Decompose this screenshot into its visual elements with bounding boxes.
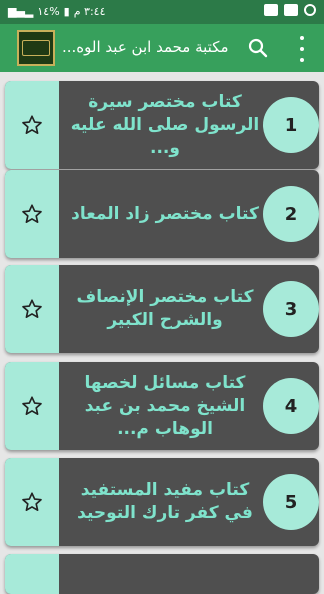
sync-icon xyxy=(304,4,316,16)
search-button[interactable] xyxy=(246,36,270,60)
book-card-4[interactable]: كتاب مسائل لخصها الشيخ محمد بن عبد الوها… xyxy=(5,362,319,450)
book-title: كتاب مختصر زاد المعاد xyxy=(71,203,259,224)
book-title: كتاب مسائل لخصها الشيخ محمد بن عبد الوها… xyxy=(84,372,246,439)
favorite-button[interactable] xyxy=(5,458,59,546)
status-left: ٣:٤٤ م ▮ %١٤ ▂▄▆ xyxy=(8,5,105,18)
star-outline-icon xyxy=(22,492,42,511)
book-title: كتاب مختصر سيرة الرسول صلى الله عليه و..… xyxy=(70,91,260,158)
favorite-button[interactable] xyxy=(5,362,59,450)
book-title: كتاب مفيد المستفيد في كفر تارك التوحيد xyxy=(77,480,253,523)
star-outline-icon xyxy=(22,115,42,134)
search-icon xyxy=(248,38,268,58)
app-logo xyxy=(17,30,55,66)
book-card-5[interactable]: كتاب مفيد المستفيد في كفر تارك التوحيد 5 xyxy=(5,458,319,546)
star-outline-icon xyxy=(22,396,42,415)
favorite-button[interactable] xyxy=(5,554,59,594)
book-number: 1 xyxy=(263,97,319,153)
book-number: 5 xyxy=(263,474,319,530)
gallery-icon xyxy=(264,4,278,16)
book-number: 3 xyxy=(263,281,319,337)
book-title: كتاب مختصر الإنصاف والشرح الكبير xyxy=(76,287,254,330)
star-outline-icon xyxy=(22,299,42,318)
star-outline-icon xyxy=(22,204,42,223)
book-card-6-partial[interactable] xyxy=(5,554,319,594)
book-card-3[interactable]: كتاب مختصر الإنصاف والشرح الكبير 3 xyxy=(5,265,319,353)
more-vert-icon xyxy=(300,36,304,40)
app-bar: مكتبة محمد ابن عبد الوه... xyxy=(0,24,324,72)
favorite-button[interactable] xyxy=(5,265,59,353)
status-bar: ٣:٤٤ م ▮ %١٤ ▂▄▆ xyxy=(0,0,324,24)
logo-emblem xyxy=(22,40,50,56)
book-card-1[interactable]: كتاب مختصر سيرة الرسول صلى الله عليه و..… xyxy=(5,81,319,169)
status-time: ٣:٤٤ م xyxy=(73,5,106,18)
favorite-button[interactable] xyxy=(5,81,59,169)
app-notification-icon xyxy=(284,4,298,16)
alarm-icon: ▮ xyxy=(63,5,70,18)
book-number: 4 xyxy=(263,378,319,434)
book-number: 2 xyxy=(263,186,319,242)
battery-level: %١٤ xyxy=(37,5,60,18)
app-title: مكتبة محمد ابن عبد الوه... xyxy=(62,38,229,56)
book-card-2[interactable]: كتاب مختصر زاد المعاد 2 xyxy=(5,170,319,258)
more-options-button[interactable] xyxy=(292,36,312,62)
favorite-button[interactable] xyxy=(5,170,59,258)
signal-icon: ▂▄▆ xyxy=(8,5,34,18)
status-right xyxy=(264,4,316,16)
